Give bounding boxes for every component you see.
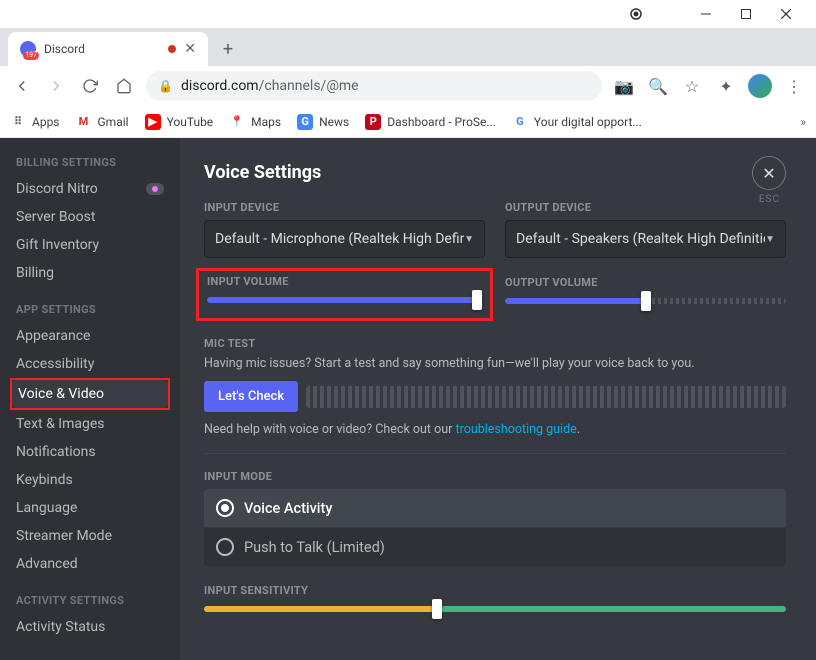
mic-test-help: Having mic issues? Start a test and say …	[204, 356, 786, 371]
sidebar-item-appearance[interactable]: Appearance	[10, 322, 170, 350]
troubleshoot-help: Need help with voice or video? Check out…	[204, 422, 786, 437]
close-settings-button[interactable]: ✕	[752, 156, 786, 190]
browser-toolbar: 🔒 discord.com/channels/@me 📷 🔍 ☆ ✦ ⋮	[0, 66, 816, 106]
window-titlebar	[0, 0, 816, 28]
page-title: Voice Settings	[204, 162, 786, 183]
back-button[interactable]	[10, 74, 34, 98]
reload-button[interactable]	[78, 74, 102, 98]
close-tab-icon[interactable]: ✕	[184, 41, 196, 57]
sidebar-item-nitro[interactable]: Discord Nitro	[10, 175, 170, 203]
radio-unchecked-icon	[216, 538, 234, 556]
bookmark-youtube[interactable]: ▶YouTube	[145, 114, 214, 130]
esc-label: ESC	[759, 194, 780, 205]
settings-sidebar: BILLING SETTINGS Discord Nitro Server Bo…	[0, 138, 180, 660]
lock-icon: 🔒	[158, 79, 173, 93]
browser-tabbar: Discord ✕ +	[0, 28, 816, 66]
forward-button[interactable]	[44, 74, 68, 98]
minimize-button[interactable]	[686, 0, 726, 28]
url-domain: discord.com	[181, 78, 259, 94]
sidebar-item-keybinds[interactable]: Keybinds	[10, 466, 170, 494]
sidebar-item-boost[interactable]: Server Boost	[10, 203, 170, 231]
input-device-label: INPUT DEVICE	[204, 201, 485, 214]
troubleshooting-link[interactable]: troubleshooting guide	[455, 422, 576, 437]
recording-indicator-icon	[168, 45, 176, 53]
sidebar-item-gift[interactable]: Gift Inventory	[10, 231, 170, 259]
input-sensitivity-slider[interactable]	[204, 603, 786, 615]
maximize-button[interactable]	[726, 0, 766, 28]
sidebar-item-advanced[interactable]: Advanced	[10, 550, 170, 578]
nitro-badge-icon	[146, 183, 164, 195]
bookmark-dashboard[interactable]: PDashboard - ProSe...	[365, 114, 496, 130]
sidebar-item-text[interactable]: Text & Images	[10, 410, 170, 438]
mic-level-meter	[306, 386, 786, 408]
output-device-select[interactable]: Default - Speakers (Realtek High Definit…	[505, 220, 786, 258]
tab-title: Discord	[44, 42, 160, 56]
sidebar-item-language[interactable]: Language	[10, 494, 170, 522]
home-button[interactable]	[112, 74, 136, 98]
sidebar-header-activity: ACTIVITY SETTINGS	[16, 594, 170, 607]
output-volume-slider[interactable]	[505, 295, 786, 307]
bookmarks-overflow[interactable]: »	[800, 115, 806, 129]
sidebar-item-accessibility[interactable]: Accessibility	[10, 350, 170, 378]
zoom-icon[interactable]: 🔍	[646, 74, 670, 98]
sidebar-item-notifications[interactable]: Notifications	[10, 438, 170, 466]
new-tab-button[interactable]: +	[214, 35, 242, 63]
sidebar-header-app: APP SETTINGS	[16, 303, 170, 316]
bookmark-maps[interactable]: 📍Maps	[229, 114, 281, 130]
input-mode-label: INPUT MODE	[204, 470, 786, 483]
url-path: /channels/@me	[259, 78, 359, 94]
discord-app: BILLING SETTINGS Discord Nitro Server Bo…	[0, 138, 816, 660]
input-mode-group: Voice Activity Push to Talk (Limited)	[204, 489, 786, 566]
highlight-box-voice: Voice & Video	[10, 378, 170, 410]
sidebar-item-streamer[interactable]: Streamer Mode	[10, 522, 170, 550]
sidebar-header-billing: BILLING SETTINGS	[16, 156, 170, 169]
radio-voice-activity[interactable]: Voice Activity	[204, 489, 786, 528]
incognito-icon	[616, 0, 656, 28]
bookmark-news[interactable]: GNews	[297, 114, 349, 130]
camera-icon[interactable]: 📷	[612, 74, 636, 98]
chevron-down-icon: ▼	[765, 234, 775, 245]
output-device-label: OUTPUT DEVICE	[505, 201, 786, 214]
sidebar-item-changelog[interactable]: Change Log	[10, 655, 170, 660]
browser-tab[interactable]: Discord ✕	[8, 32, 208, 66]
address-bar[interactable]: 🔒 discord.com/channels/@me	[146, 71, 602, 101]
sidebar-item-activity-status[interactable]: Activity Status	[10, 613, 170, 641]
output-volume-label: OUTPUT VOLUME	[505, 276, 786, 289]
input-volume-slider[interactable]	[207, 294, 482, 306]
chevron-down-icon: ▼	[464, 234, 474, 245]
mic-test-label: MIC TEST	[204, 337, 786, 350]
radio-checked-icon	[216, 499, 234, 517]
bookmark-digital[interactable]: GYour digital opport...	[512, 114, 642, 130]
sidebar-item-billing[interactable]: Billing	[10, 259, 170, 287]
bookmarks-bar: ⠿Apps MGmail ▶YouTube 📍Maps GNews PDashb…	[0, 106, 816, 138]
bookmark-apps[interactable]: ⠿Apps	[10, 114, 60, 130]
close-window-button[interactable]	[766, 0, 806, 28]
input-volume-label: INPUT VOLUME	[207, 275, 482, 288]
lets-check-button[interactable]: Let's Check	[204, 381, 298, 412]
settings-main: ✕ ESC Voice Settings INPUT DEVICE Defaul…	[180, 138, 816, 660]
section-divider	[204, 453, 786, 454]
radio-push-to-talk[interactable]: Push to Talk (Limited)	[204, 528, 786, 566]
highlight-box-input-volume: INPUT VOLUME	[196, 268, 493, 321]
sidebar-item-voice-video[interactable]: Voice & Video	[12, 380, 168, 408]
input-sensitivity-label: INPUT SENSITIVITY	[204, 584, 786, 597]
profile-avatar[interactable]	[748, 74, 772, 98]
input-device-select[interactable]: Default - Microphone (Realtek High Defin…	[204, 220, 485, 258]
extensions-icon[interactable]: ✦	[714, 74, 738, 98]
discord-favicon-icon	[20, 41, 36, 57]
bookmark-star-icon[interactable]: ☆	[680, 74, 704, 98]
menu-icon[interactable]: ⋮	[782, 74, 806, 98]
bookmark-gmail[interactable]: MGmail	[76, 114, 129, 130]
